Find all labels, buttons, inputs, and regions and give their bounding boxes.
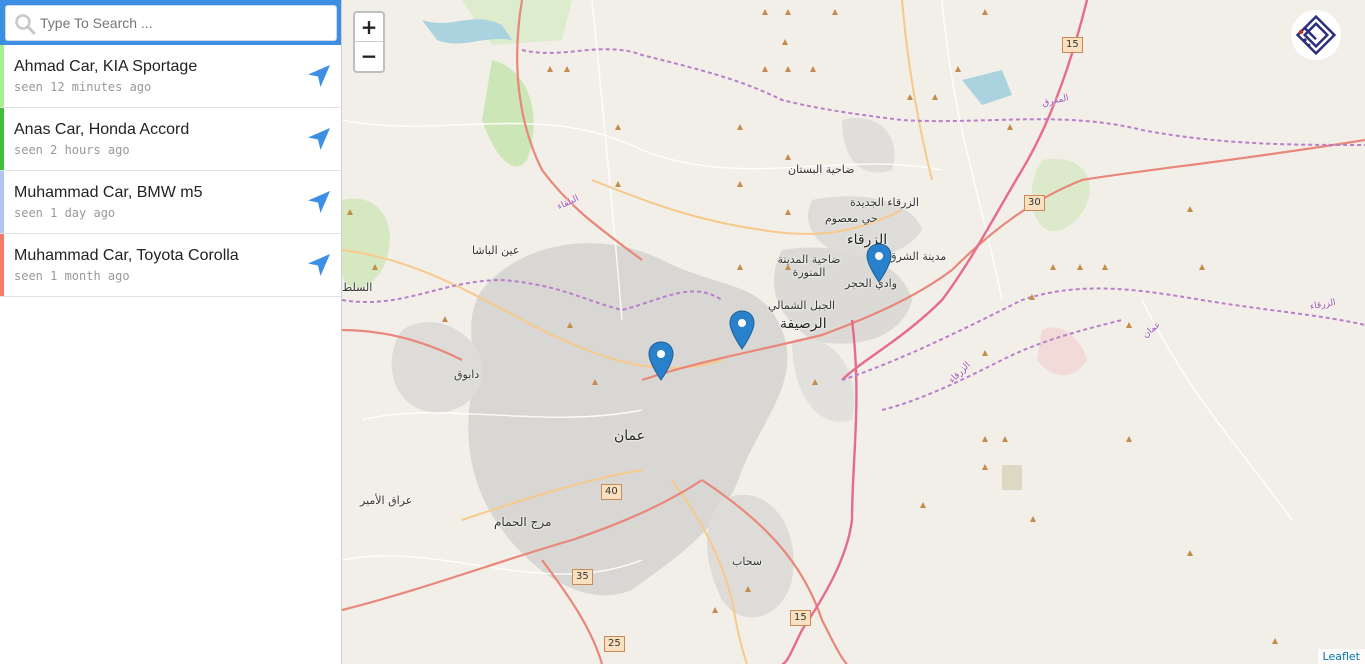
map-label-zarqa-new: الزرقاء الجديدة [850,196,919,209]
vehicle-name: Muhammad Car, Toyota Corolla [14,247,239,264]
search-box[interactable] [5,5,337,41]
vehicle-last-seen: seen 2 hours ago [14,143,130,157]
map-label-marj-alhamam: مرج الحمام [494,515,552,529]
vehicle-name: Ahmad Car, KIA Sportage [14,58,198,75]
vehicle-last-seen: seen 1 month ago [14,269,130,283]
route-shield: 40 [601,484,622,500]
vehicle-sidebar: Ahmad Car, KIA Sportage seen 12 minutes … [0,0,342,664]
map-label-ain-albasha: عين الباشا [472,244,520,257]
vehicle-list-item[interactable]: Muhammad Car, Toyota Corolla seen 1 mont… [0,234,341,297]
zoom-out-button[interactable]: − [355,42,383,71]
map-label-madinat-sharq: مدينة الشرق [888,250,947,263]
vehicle-list-item[interactable]: Anas Car, Honda Accord seen 2 hours ago [0,108,341,171]
locate-arrow-icon[interactable] [307,64,331,88]
route-shield: 15 [1062,37,1083,53]
vehicle-marker[interactable] [866,243,892,283]
company-logo [1291,10,1341,60]
map-label-dahiyat-albustan: ضاحية البستان [788,163,855,176]
vehicle-marker[interactable] [648,341,674,381]
vehicle-last-seen: seen 1 day ago [14,206,116,220]
vehicle-list: Ahmad Car, KIA Sportage seen 12 minutes … [0,45,341,297]
map-label-hay-masoum: حي معصوم [825,212,878,225]
map-label-amman: عمان [614,428,645,444]
leaflet-attribution-link[interactable]: Leaflet [1317,649,1365,664]
map-label-russeifa: الرصيفة [780,316,827,332]
search-bar [0,0,341,45]
status-color-bar [0,171,4,233]
vehicle-list-item[interactable]: Ahmad Car, KIA Sportage seen 12 minutes … [0,45,341,108]
vehicle-marker[interactable] [729,310,755,350]
zoom-control: + − [353,11,385,73]
search-input[interactable] [40,6,332,40]
map-label-dabouq: دابوق [454,368,480,381]
map-label-madinat-munawara: ضاحية المدينة المنورة [777,253,841,279]
route-shield: 15 [790,610,811,626]
app-window: Ahmad Car, KIA Sportage seen 12 minutes … [0,0,1365,664]
map-tiles[interactable] [342,0,1365,664]
vehicle-name: Muhammad Car, BMW m5 [14,184,203,201]
status-color-bar [0,108,4,170]
zoom-in-button[interactable]: + [355,13,383,42]
status-color-bar [0,45,4,107]
route-shield: 35 [572,569,593,585]
route-shield: 30 [1024,195,1045,211]
locate-arrow-icon[interactable] [307,253,331,277]
map-label-jabal-shamali: الجبل الشمالي [768,299,836,312]
locate-arrow-icon[interactable] [307,127,331,151]
route-shield: 25 [604,636,625,652]
map-label-sahab: سحاب [732,555,763,568]
map-label-iraq-alamir: عراق الأمير [360,494,413,507]
map-label-salt: السلط [342,281,373,294]
vehicle-last-seen: seen 12 minutes ago [14,80,152,94]
search-icon [15,14,36,35]
map-view[interactable]: عمان الزرقاء الرصيفة مرج الحمام سحاب عين… [342,0,1365,664]
locate-arrow-icon[interactable] [307,190,331,214]
vehicle-name: Anas Car, Honda Accord [14,121,190,138]
vehicle-list-item[interactable]: Muhammad Car, BMW m5 seen 1 day ago [0,171,341,234]
status-color-bar [0,234,4,296]
